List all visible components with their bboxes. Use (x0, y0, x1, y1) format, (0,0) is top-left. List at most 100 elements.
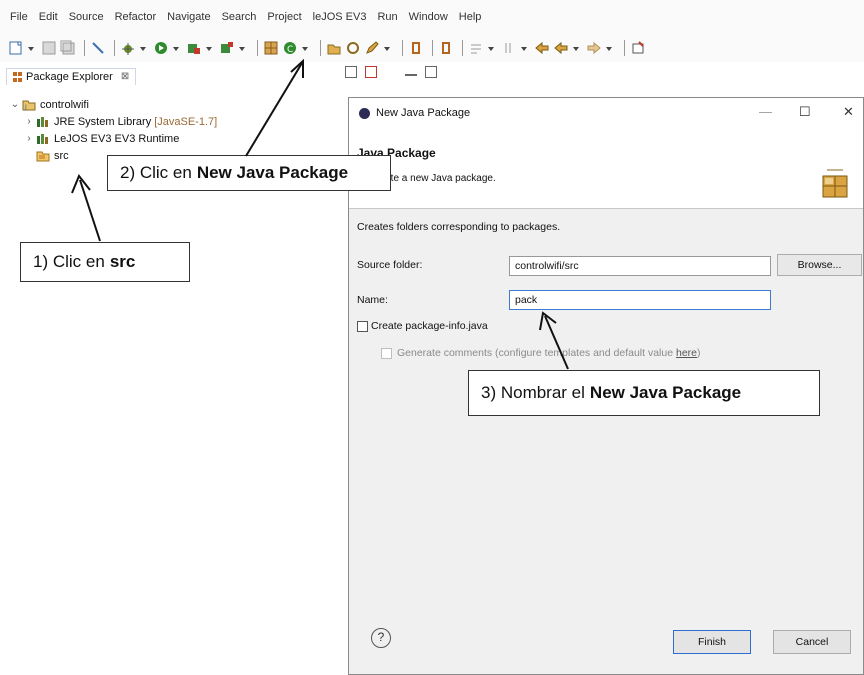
back-icon[interactable] (534, 40, 550, 56)
chevron-down-icon[interactable] (238, 40, 246, 56)
menu-navigate[interactable]: Navigate (167, 11, 210, 23)
chevron-down-icon[interactable] (139, 40, 147, 56)
dialog-intro-text: Creates folders corresponding to package… (357, 221, 561, 233)
menu-source[interactable]: Source (69, 11, 104, 23)
generate-comments-text: Generate comments (configure templates a… (397, 347, 676, 359)
new-java-package-icon[interactable] (263, 40, 279, 56)
pin-editor-icon[interactable] (630, 40, 646, 56)
menu-lejos-ev3[interactable]: leJOS EV3 (313, 11, 367, 23)
next-annotation-icon[interactable] (468, 40, 484, 56)
menu-file[interactable]: File (10, 11, 28, 23)
chevron-down-icon[interactable] (172, 40, 180, 56)
explorer-view-tools (345, 66, 445, 78)
source-folder-input[interactable]: controlwifi/src (509, 256, 771, 276)
tree-jre-version: [JavaSE-1.7] (154, 115, 218, 128)
library-icon (36, 116, 50, 128)
link-with-editor-icon[interactable] (365, 66, 377, 78)
new-java-class-icon[interactable]: C (282, 40, 298, 56)
tab-package-explorer[interactable]: Package Explorer ⊠ (6, 67, 137, 85)
here-link[interactable]: here (676, 347, 697, 359)
run-icon[interactable] (153, 40, 169, 56)
step-1-callout: 1) Clic en src (20, 242, 190, 282)
minimize-button[interactable]: — (759, 104, 772, 119)
maximize-view-icon[interactable] (425, 66, 437, 78)
menu-window[interactable]: Window (409, 11, 448, 23)
chevron-right-icon[interactable]: › (22, 133, 36, 144)
external-tools-icon[interactable] (219, 40, 235, 56)
tree-item-project[interactable]: ⌄ J controlwifi (8, 96, 217, 113)
dialog-footer: ? Finish Cancel (349, 608, 863, 674)
tab-close-icon[interactable]: ⊠ (121, 71, 129, 82)
skip-breakpoints-icon[interactable] (90, 40, 106, 56)
menu-bar: File Edit Source Refactor Navigate Searc… (0, 0, 864, 34)
main-toolbar: C (0, 34, 864, 62)
eclipse-icon (359, 107, 370, 119)
tree-jre-label: JRE System Library (54, 115, 152, 128)
step-1-emphasis: src (109, 252, 136, 271)
toolbar-separator (462, 40, 463, 56)
chevron-down-icon[interactable] (520, 40, 528, 56)
chevron-down-icon[interactable]: ⌄ (8, 99, 22, 110)
java-perspective-icon[interactable] (408, 40, 424, 56)
dialog-titlebar: New Java Package — ☐ ✕ (349, 98, 863, 128)
cancel-button[interactable]: Cancel (773, 630, 851, 654)
chevron-down-icon[interactable] (383, 40, 391, 56)
save-icon[interactable] (41, 40, 57, 56)
chevron-down-icon[interactable] (205, 40, 213, 56)
generate-comments-suffix: ) (697, 347, 701, 359)
menu-edit[interactable]: Edit (39, 11, 58, 23)
menu-search[interactable]: Search (222, 11, 257, 23)
back-alt-icon[interactable] (553, 40, 569, 56)
finish-button[interactable]: Finish (673, 630, 751, 654)
generate-comments-label: Generate comments (configure templates a… (397, 347, 701, 359)
package-name-input[interactable]: pack (509, 290, 771, 310)
open-task-icon[interactable] (345, 40, 361, 56)
chevron-down-icon[interactable] (572, 40, 580, 56)
menu-project[interactable]: Project (267, 11, 301, 23)
chevron-down-icon[interactable] (487, 40, 495, 56)
new-icon[interactable] (8, 40, 24, 56)
package-explorer-tree: ⌄ J controlwifi › JRE System Library [Ja… (8, 96, 217, 164)
step-2-callout: 2) Clic en New Java Package (107, 155, 391, 191)
create-package-info-checkbox[interactable] (357, 321, 368, 332)
collapse-all-icon[interactable] (345, 66, 357, 78)
pencil-icon[interactable] (364, 40, 380, 56)
coverage-icon[interactable] (186, 40, 202, 56)
view-menu-icon[interactable] (385, 66, 397, 78)
tab-label: Package Explorer (26, 70, 113, 83)
step-3-callout: 3) Nombrar el New Java Package (468, 370, 820, 416)
menu-help[interactable]: Help (459, 11, 482, 23)
chevron-down-icon[interactable] (27, 40, 35, 56)
browse-button[interactable]: Browse... (777, 254, 862, 276)
debug-icon[interactable] (120, 40, 136, 56)
tree-lejos-label: LeJOS EV3 EV3 Runtime (54, 132, 180, 145)
name-label: Name: (357, 294, 388, 306)
menu-refactor[interactable]: Refactor (115, 11, 157, 23)
tree-item-lejos[interactable]: › LeJOS EV3 EV3 Runtime (8, 130, 217, 147)
minimize-view-icon[interactable] (405, 68, 417, 76)
step-2-text: 2) Clic en (120, 163, 192, 182)
chevron-right-icon[interactable]: › (22, 116, 36, 127)
tree-src-label: src (54, 149, 69, 162)
menu-run[interactable]: Run (377, 11, 397, 23)
maximize-button[interactable]: ☐ (799, 104, 811, 120)
arrow-to-src (71, 174, 101, 242)
chevron-down-icon[interactable] (605, 40, 613, 56)
source-folder-icon (36, 150, 50, 162)
generate-comments-checkbox[interactable] (381, 348, 392, 359)
package-explorer-icon (13, 71, 22, 82)
save-all-icon[interactable] (60, 40, 76, 56)
step-2-emphasis: New Java Package (196, 163, 349, 182)
library-icon (36, 133, 50, 145)
close-button[interactable]: ✕ (843, 104, 854, 120)
toolbar-separator (402, 40, 403, 56)
open-type-icon[interactable] (326, 40, 342, 56)
java-perspective-alt-icon[interactable] (438, 40, 454, 56)
step-3-text: 3) Nombrar el (481, 383, 585, 402)
new-package-wizard-icon (821, 168, 849, 198)
prev-annotation-icon[interactable] (501, 40, 517, 56)
chevron-down-icon[interactable] (301, 40, 309, 56)
help-icon[interactable]: ? (371, 628, 391, 648)
forward-icon[interactable] (586, 40, 602, 56)
tree-item-jre[interactable]: › JRE System Library [JavaSE-1.7] (8, 113, 217, 130)
